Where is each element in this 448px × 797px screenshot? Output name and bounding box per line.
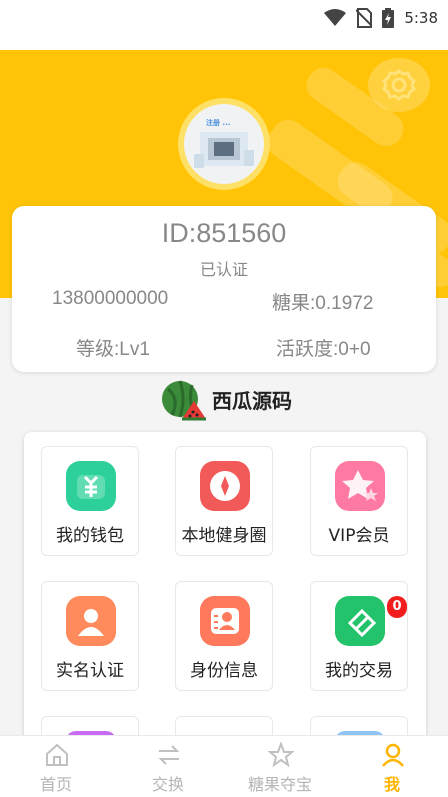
user-id: ID:851560 — [161, 218, 287, 248]
gear-icon — [382, 69, 416, 101]
wallet-icon — [66, 461, 116, 511]
candy-balance: 糖果:0.1972 — [272, 293, 374, 314]
tab-exchange[interactable]: 交换 — [112, 736, 224, 797]
menu-item-wallet[interactable]: 我的钱包 — [41, 446, 139, 556]
vip-star-icon — [335, 461, 385, 511]
brand-name: 西瓜源码 — [212, 388, 292, 413]
star-icon — [268, 742, 294, 768]
menu-item-vip[interactable]: VIP会员 — [310, 446, 408, 556]
battery-charging-icon — [382, 8, 395, 28]
tab-me[interactable]: 我 — [336, 736, 448, 797]
no-sim-icon — [356, 8, 373, 28]
bottom-tab-bar: 首页 交换 糖果夺宝 我 — [0, 735, 448, 797]
avatar-image — [194, 132, 254, 168]
menu-item-label: VIP会员 — [328, 526, 390, 546]
id-card-icon — [200, 596, 250, 646]
brand-watermark: 西瓜源码 — [160, 376, 300, 422]
status-time: 5:38 — [404, 9, 438, 27]
menu-item-label: 实名认证 — [56, 661, 124, 681]
menu-item-label: 我的钱包 — [56, 526, 124, 546]
tab-label: 糖果夺宝 — [247, 775, 312, 794]
tab-label: 交换 — [151, 775, 184, 794]
transaction-badge: 0 — [387, 596, 407, 618]
wifi-icon — [324, 9, 347, 26]
settings-button[interactable] — [368, 58, 430, 112]
menu-item-identity-info[interactable]: 身份信息 — [175, 581, 273, 691]
user-info-card: ID:851560 已认证 13800000000 糖果:0.1972 等级:L… — [12, 206, 436, 372]
tab-label: 我 — [383, 775, 400, 794]
user-icon — [382, 743, 404, 767]
menu-item-label: 我的交易 — [325, 661, 393, 681]
home-icon — [46, 743, 68, 766]
exchange-icon — [158, 745, 180, 765]
status-icons: 5:38 — [324, 7, 438, 29]
activity-score: 活跃度:0+0 — [276, 339, 371, 360]
phone-number: 13800000000 — [52, 288, 169, 309]
user-level: 等级:Lv1 — [76, 339, 150, 360]
verification-status: 已认证 — [199, 260, 248, 279]
tab-candy-treasure[interactable]: 糖果夺宝 — [224, 736, 336, 797]
watermelon-logo-icon — [162, 380, 206, 421]
status-bar: 5:38 — [0, 0, 448, 50]
menu-item-label: 本地健身圈 — [181, 526, 267, 546]
menu-item-real-name-verification[interactable]: 实名认证 — [41, 581, 139, 691]
menu-item-label: 身份信息 — [190, 661, 258, 681]
tab-label: 首页 — [39, 775, 72, 794]
fitness-circle-icon — [200, 461, 250, 511]
user-verify-icon — [66, 596, 116, 646]
menu-item-local-fitness[interactable]: 本地健身圈 — [175, 446, 273, 556]
tab-home[interactable]: 首页 — [0, 736, 112, 797]
transaction-icon — [335, 596, 385, 646]
profile-screen: 5:38 注册 ... ID:851560 已认证 13800000000 糖果… — [0, 0, 448, 797]
avatar[interactable]: 注册 ... — [178, 98, 270, 190]
